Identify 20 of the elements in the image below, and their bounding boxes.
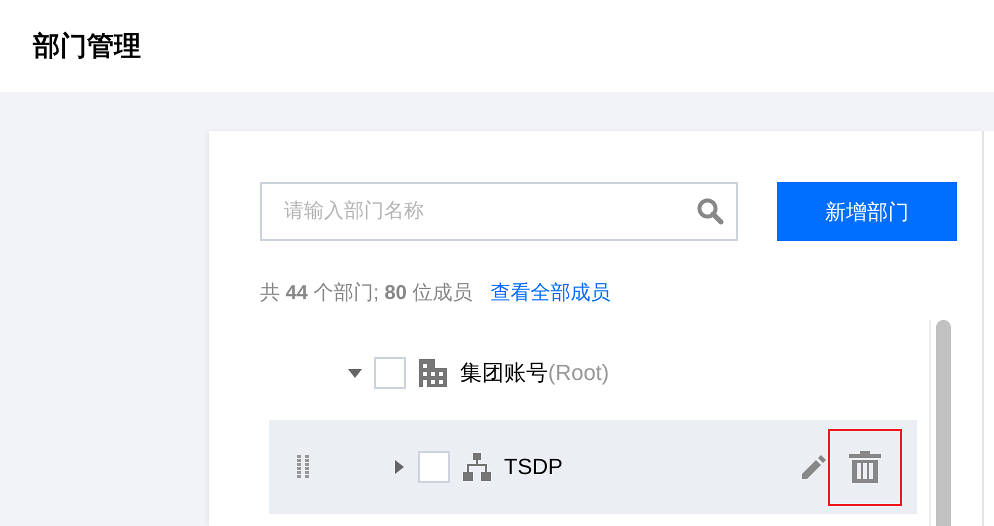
- checkbox[interactable]: [374, 357, 406, 389]
- drag-handle-icon[interactable]: [297, 455, 309, 479]
- search-icon[interactable]: [696, 197, 724, 225]
- add-department-button[interactable]: 新增部门: [777, 182, 957, 241]
- department-count-text: 共 44 个部门; 80 位成员: [260, 281, 472, 306]
- org-chart-icon: [463, 453, 491, 481]
- search-field[interactable]: 请输入部门名称: [260, 182, 738, 241]
- root-tag: (Root): [548, 360, 610, 386]
- pencil-icon[interactable]: [802, 455, 826, 479]
- department-name[interactable]: 集团账号: [460, 358, 548, 388]
- tree-row[interactable]: TSDP: [269, 420, 917, 514]
- page-title: 部门管理: [33, 30, 141, 63]
- department-name[interactable]: TSDP: [504, 454, 563, 480]
- caret-icon[interactable]: [392, 460, 406, 474]
- view-all-members-link[interactable]: 查看全部成员: [490, 279, 610, 306]
- building-icon: [419, 359, 447, 387]
- delete-button[interactable]: [828, 428, 902, 506]
- trash-icon: [849, 451, 881, 483]
- checkbox[interactable]: [418, 451, 450, 483]
- caret-icon[interactable]: [348, 366, 362, 380]
